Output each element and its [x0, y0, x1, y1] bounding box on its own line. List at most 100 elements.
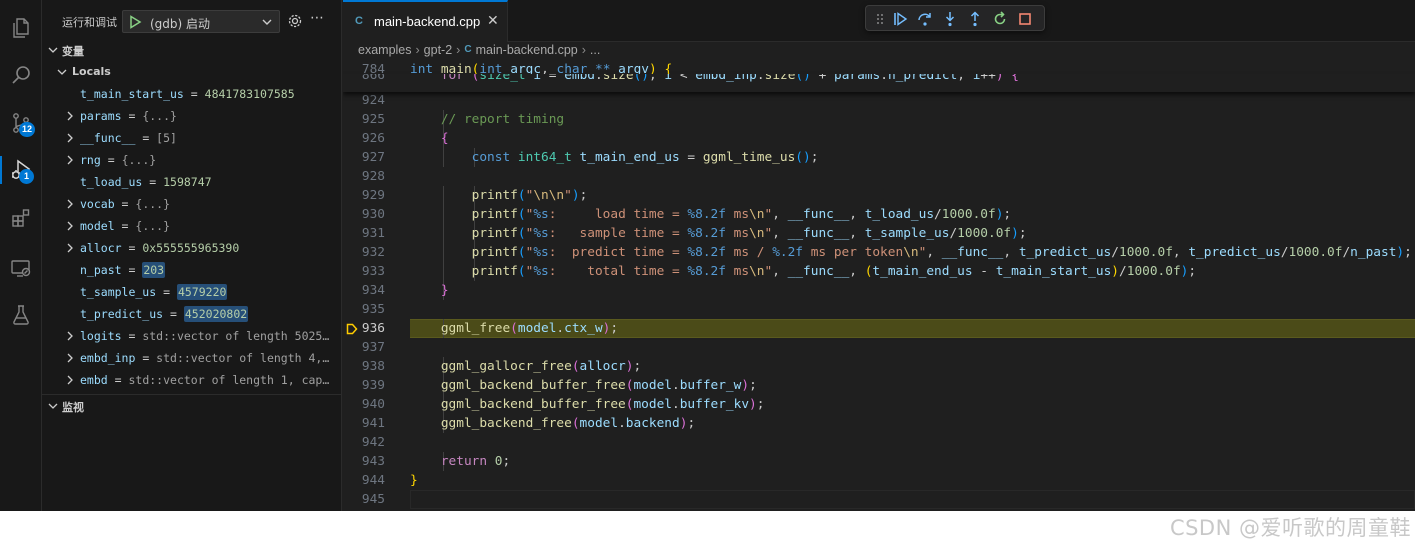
variables-section-header[interactable]: 变量 — [42, 39, 342, 61]
continue-icon[interactable] — [892, 11, 908, 27]
variable-row-t-main-start-us[interactable]: t_main_start_us = 4841783107585 — [42, 83, 342, 105]
restart-icon[interactable] — [992, 11, 1008, 27]
chevron-right-icon[interactable] — [65, 331, 75, 341]
variable-row-vocab[interactable]: vocab = {...} — [42, 193, 342, 215]
gear-icon[interactable] — [287, 13, 303, 29]
debug-toolbar — [865, 5, 1045, 31]
variable-row-params[interactable]: params = {...} — [42, 105, 342, 127]
code-line[interactable]: 939 ggml_backend_buffer_free(model.buffe… — [343, 376, 1415, 395]
code-line[interactable]: 937 — [343, 338, 1415, 357]
run-debug-sidebar: 运行和调试 (gdb) 启动 ⋯ 变量 Locals t_main_start_… — [42, 0, 342, 511]
breadcrumb-examples[interactable]: examples — [358, 43, 412, 57]
line-number: 927 — [361, 150, 385, 165]
search-icon[interactable] — [0, 55, 42, 95]
source-control-icon[interactable]: 12 — [0, 103, 42, 143]
close-icon[interactable]: ✕ — [487, 13, 499, 29]
variable-row-n-past[interactable]: n_past = 203 — [42, 259, 342, 281]
variable-text: vocab = {...} — [80, 197, 170, 211]
equals-sign: = — [114, 197, 136, 211]
step-out-icon[interactable] — [967, 11, 983, 27]
equals-sign: = — [135, 131, 157, 145]
variable-row-func--[interactable]: __func__ = [5] — [42, 127, 342, 149]
variable-row-model[interactable]: model = {...} — [42, 215, 342, 237]
variable-name: t_load_us — [80, 175, 143, 189]
variable-row-embd[interactable]: embd = std::vector of length 1, cap… — [42, 369, 342, 391]
extensions-icon[interactable] — [0, 198, 42, 238]
more-actions-icon[interactable]: ⋯ — [310, 10, 325, 26]
chevron-right-icon[interactable] — [65, 111, 75, 121]
breadcrumb-gpt-2[interactable]: gpt-2 — [424, 43, 453, 57]
chevron-right-icon[interactable] — [65, 221, 75, 231]
tab-main-backend-cpp[interactable]: C main-backend.cpp ✕ — [343, 0, 508, 42]
line-number: 934 — [361, 283, 385, 298]
drag-handle-icon[interactable] — [872, 11, 888, 27]
variable-text: model = {...} — [80, 219, 170, 233]
variable-row-rng[interactable]: rng = {...} — [42, 149, 342, 171]
code-line[interactable]: 924 — [343, 91, 1415, 110]
code-line[interactable]: 931 printf("%s: sample time = %8.2f ms\n… — [343, 224, 1415, 243]
code-line[interactable]: 930 printf("%s: load time = %8.2f ms\n",… — [343, 205, 1415, 224]
remote-explorer-icon[interactable] — [0, 248, 42, 288]
stop-icon[interactable] — [1017, 11, 1033, 27]
variable-row-logits[interactable]: logits = std::vector of length 5025… — [42, 325, 342, 347]
code-line[interactable]: 935 — [343, 300, 1415, 319]
code-line[interactable]: 926 { — [343, 129, 1415, 148]
run-debug-header: 运行和调试 (gdb) 启动 ⋯ — [42, 0, 342, 42]
equals-sign: = — [163, 307, 184, 321]
cpp-file-icon: C — [355, 15, 363, 27]
variable-text: t_sample_us = 4579220 — [80, 284, 228, 300]
code-line[interactable]: 943 return 0; — [343, 452, 1415, 471]
explorer-icon[interactable] — [0, 8, 42, 48]
breadcrumb-symbol[interactable]: ... — [590, 43, 600, 57]
watch-section-header[interactable]: 监视 — [42, 394, 342, 416]
line-number: 941 — [361, 416, 385, 431]
variable-row-embd-inp[interactable]: embd_inp = std::vector of length 4,… — [42, 347, 342, 369]
variable-row-t-sample-us[interactable]: t_sample_us = 4579220 — [42, 281, 342, 303]
variable-name: t_main_start_us — [80, 87, 184, 101]
chevron-right-icon[interactable] — [65, 353, 75, 363]
breadcrumb-file[interactable]: main-backend.cpp — [476, 43, 578, 57]
code-line[interactable]: 940 ggml_backend_buffer_free(model.buffe… — [343, 395, 1415, 414]
variable-row-allocr[interactable]: allocr = 0x555555965390 — [42, 237, 342, 259]
step-into-icon[interactable] — [942, 11, 958, 27]
variable-value: std::vector of length 4,… — [156, 351, 330, 365]
testing-icon[interactable] — [0, 295, 42, 335]
chevron-right-icon: › — [415, 42, 420, 57]
code-line[interactable]: 938 ggml_gallocr_free(allocr); — [343, 357, 1415, 376]
variable-value: {...} — [142, 109, 177, 123]
code-text: ggml_backend_free(model.backend); — [440, 416, 696, 431]
current-execution-line[interactable]: 936 ggml_free(model.ctx_w); — [343, 319, 1415, 338]
code-line[interactable]: 944} — [343, 471, 1415, 490]
step-over-icon[interactable] — [917, 11, 933, 27]
chevron-right-icon[interactable] — [65, 199, 75, 209]
code-line[interactable]: 925 // report timing — [343, 110, 1415, 129]
chevron-right-icon[interactable] — [65, 133, 75, 143]
code-line[interactable]: 933 printf("%s: total time = %8.2f ms\n"… — [343, 262, 1415, 281]
code-line[interactable]: 942 — [343, 433, 1415, 452]
launch-config-dropdown[interactable]: (gdb) 启动 — [122, 10, 280, 33]
chevron-down-icon — [48, 403, 58, 409]
variable-name: t_sample_us — [80, 285, 157, 299]
code-line[interactable]: 929 printf("\n\n"); — [343, 186, 1415, 205]
chevron-right-icon[interactable] — [65, 375, 75, 385]
start-debugging-icon[interactable] — [129, 15, 142, 29]
code-line[interactable]: 928 — [343, 167, 1415, 186]
code-line[interactable]: 932 printf("%s: predict time = %8.2f ms … — [343, 243, 1415, 262]
chevron-down-icon — [262, 19, 272, 25]
locals-scope-row[interactable]: Locals — [42, 61, 342, 83]
variable-row-t-load-us[interactable]: t_load_us = 1598747 — [42, 171, 342, 193]
code-editor[interactable]: 784 int main(int argc, char ** argv) {866… — [343, 62, 1415, 511]
run-debug-icon[interactable]: 1 — [0, 150, 42, 190]
variable-text: rng = {...} — [80, 153, 156, 167]
code-line[interactable]: 945 — [343, 490, 1415, 509]
code-text: printf("%s: total time = %8.2f ms\n", __… — [471, 264, 1197, 279]
code-line[interactable]: 927 const int64_t t_main_end_us = ggml_t… — [343, 148, 1415, 167]
sticky-scroll-line[interactable]: 866 for (size_t i = embd.size(); i < emb… — [343, 74, 1415, 92]
chevron-right-icon[interactable] — [65, 243, 75, 253]
chevron-right-icon[interactable] — [65, 155, 75, 165]
sidebar-title: 运行和调试 — [62, 16, 117, 29]
code-line[interactable]: 941 ggml_backend_free(model.backend); — [343, 414, 1415, 433]
variable-row-t-predict-us[interactable]: t_predict_us = 452020802 — [42, 303, 342, 325]
variable-text: n_past = 203 — [80, 262, 166, 278]
code-line[interactable]: 934 } — [343, 281, 1415, 300]
